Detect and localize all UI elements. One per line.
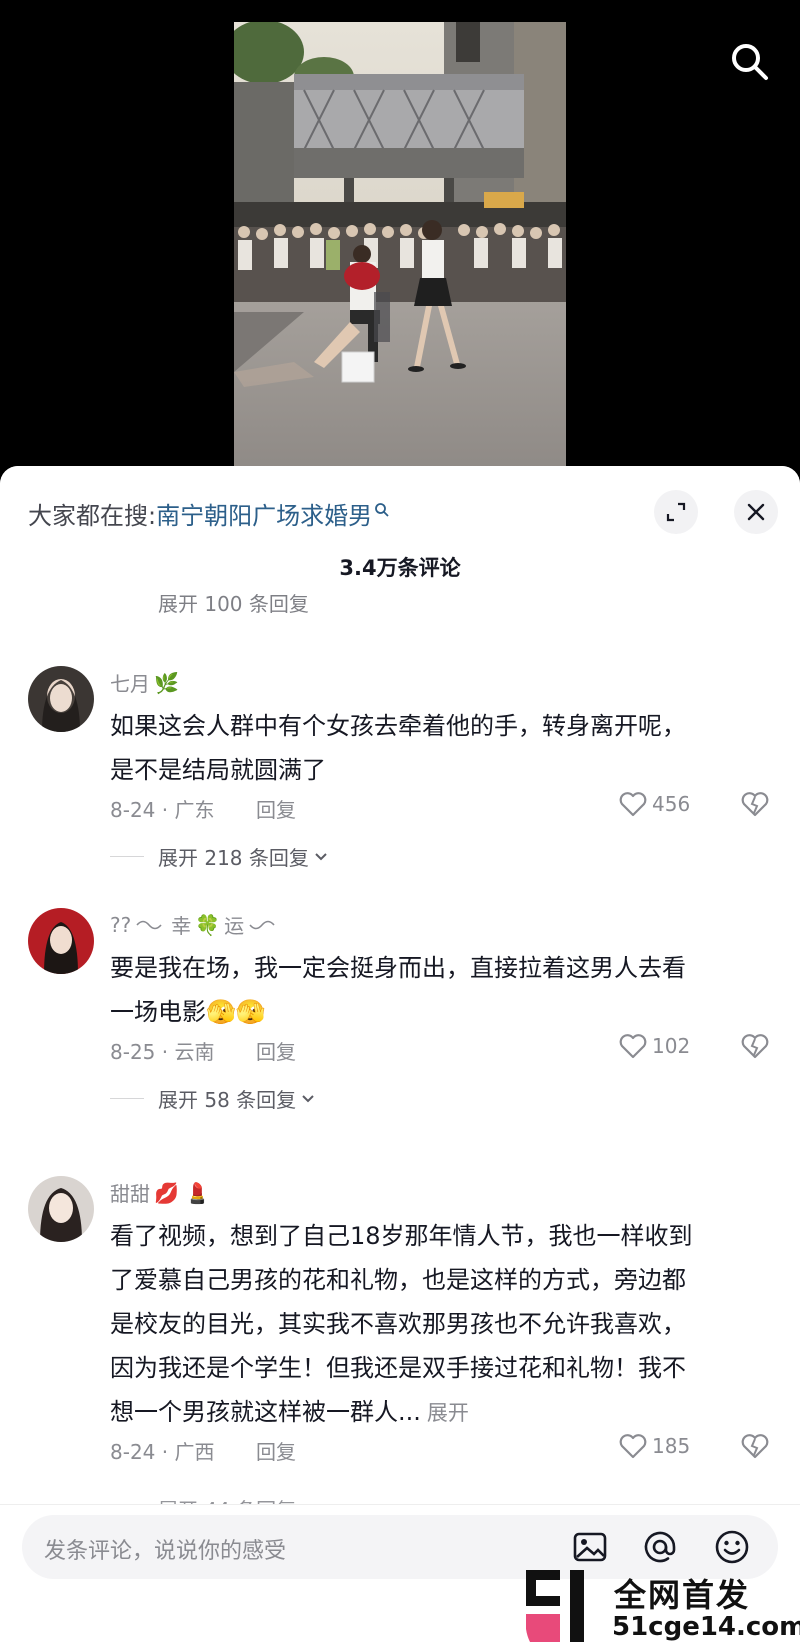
comment-item: ?? 幸 🍀 运 要是我在场，我一定会挺身而出，直接拉着这男人去看 一场电影🫣🫣… [0,908,800,1148]
at-sign-icon [644,1531,676,1563]
search-icon [732,44,768,80]
comment-date-location: 8-25 · 云南 [110,1040,215,1064]
expand-replies-partial[interactable]: 展开 100 条回复 [158,588,309,617]
username[interactable]: 七月 🌿 [110,668,183,697]
dislike-button[interactable] [740,1432,770,1464]
chevron-down-icon [315,852,327,860]
avatar[interactable] [28,666,94,732]
broken-heart-icon [741,792,769,817]
heart-icon [619,1434,647,1459]
comment-text: 看了视频，想到了自己18岁那年情人节，我也一样收到 了爱慕自己男孩的花和礼物，也… [110,1214,770,1435]
comment-line: 是校友的目光，其实我不喜欢那男孩也不允许我喜欢， [110,1310,686,1338]
search-mini-icon [375,502,389,517]
comment-sheet: 大家都在搜: 南宁朝阳广场求婚男 3.4万条评论 展开 100 条回复 七月 🌿… [0,466,800,1648]
comment-line: 了爱慕自己男孩的花和礼物，也是这样的方式，旁边都 [110,1266,686,1294]
comment-date-location: 8-24 · 广西 [110,1440,215,1464]
comment-line: 要是我在场，我一定会挺身而出，直接拉着这男人去看 [110,954,686,982]
swirl-decoration-icon [249,920,275,929]
avatar[interactable] [28,908,94,974]
divider-line [110,1098,144,1099]
like-count: 456 [652,792,691,816]
heart-icon [619,1034,647,1059]
watermark-logo-icon [526,1570,584,1642]
expand-icon [666,502,686,522]
expand-replies-button[interactable]: 展开 58 条回复 [110,1084,316,1113]
comment-count-title: 3.4万条评论 [339,556,461,580]
comment-date-location: 8-24 · 广东 [110,798,215,822]
comment-text: 要是我在场，我一定会挺身而出，直接拉着这男人去看 一场电影🫣🫣 [110,946,770,1034]
username-emoji: 🍀 [195,912,221,937]
expand-replies-label: 展开 58 条回复 [158,1088,297,1112]
like-count: 185 [652,1434,691,1458]
video-area[interactable] [0,0,800,470]
reply-button[interactable]: 回复 [256,1036,296,1065]
search-button[interactable] [728,40,772,84]
divider-line [110,856,144,857]
expand-replies-button[interactable]: 展开 218 条回复 [110,842,329,871]
username-text: 甜甜 [110,1182,150,1206]
comment-line: 看了视频，想到了自己18岁那年情人节，我也一样收到 [110,1222,693,1250]
comment-line-text: 想一个男孩就这样被一群人... [110,1398,421,1426]
dislike-button[interactable] [740,790,770,822]
reply-button[interactable]: 回复 [256,794,296,823]
comment-line: 因为我还是个学生！但我还是双手接过花和礼物！我不 [110,1354,686,1382]
username-text: 幸 [171,914,192,938]
broken-heart-icon [741,1034,769,1059]
like-button[interactable]: 185 [618,1432,690,1460]
image-icon [573,1532,607,1562]
expand-replies-label: 展开 218 条回复 [158,846,309,870]
watermark: 全网首发 51cge14.com [520,1570,800,1648]
username-emoji: 🌿 [154,670,179,695]
comment-line: 一场电影🫣🫣 [110,998,266,1026]
smiley-icon [715,1530,749,1564]
comment-item: 甜甜 💋 💄 看了视频，想到了自己18岁那年情人节，我也一样收到 了爱慕自己男孩… [0,1176,800,1496]
comment-line: 如果这会人群中有个女孩去牵着他的手，转身离开呢， [110,712,686,740]
like-button[interactable]: 456 [618,790,690,818]
reply-button[interactable]: 回复 [256,1436,296,1465]
username[interactable]: ?? 幸 🍀 运 [110,910,280,939]
heart-icon [619,792,647,817]
swirl-decoration-icon [136,920,162,929]
video-frame[interactable] [234,22,566,470]
sheet-header: 大家都在搜: 南宁朝阳广场求婚男 3.4万条评论 [0,466,800,586]
trending-search-prefix: 大家都在搜: [28,502,157,530]
mention-button[interactable] [640,1527,680,1567]
expand-text-link[interactable]: 展开 [427,1401,469,1425]
like-count: 102 [652,1034,691,1058]
broken-heart-icon [741,1434,769,1459]
comment-item: 七月 🌿 如果这会人群中有个女孩去牵着他的手，转身离开呢， 是不是结局就圆满了 … [0,666,800,906]
expand-sheet-button[interactable] [654,490,698,534]
username-text: 七月 [110,672,150,696]
avatar[interactable] [28,1176,94,1242]
comment-line: 想一个男孩就这样被一群人... 展开 [110,1390,770,1435]
close-icon [747,503,765,521]
username-prefix: ?? [110,912,132,937]
username[interactable]: 甜甜 💋 💄 [110,1178,214,1207]
like-button[interactable]: 102 [618,1032,690,1060]
trending-search-hint[interactable]: 大家都在搜: 南宁朝阳广场求婚男 [28,496,390,531]
image-picker-button[interactable] [570,1527,610,1567]
dislike-button[interactable] [740,1032,770,1064]
username-suffix: 运 [224,914,245,938]
close-sheet-button[interactable] [734,490,778,534]
chevron-down-icon [302,1094,314,1102]
comment-text: 如果这会人群中有个女孩去牵着他的手，转身离开呢， 是不是结局就圆满了 [110,704,770,792]
username-emoji: 💋 💄 [154,1180,211,1205]
trending-search-term[interactable]: 南宁朝阳广场求婚男 [156,496,372,531]
comment-input-placeholder: 发条评论，说说你的感受 [44,1539,287,1564]
video-thumbnail-image [234,22,566,470]
watermark-title: 全网首发 [614,1576,751,1614]
emoji-picker-button[interactable] [712,1527,752,1567]
comment-line: 是不是结局就圆满了 [110,756,326,784]
watermark-url: 51cge14.com [612,1612,800,1642]
